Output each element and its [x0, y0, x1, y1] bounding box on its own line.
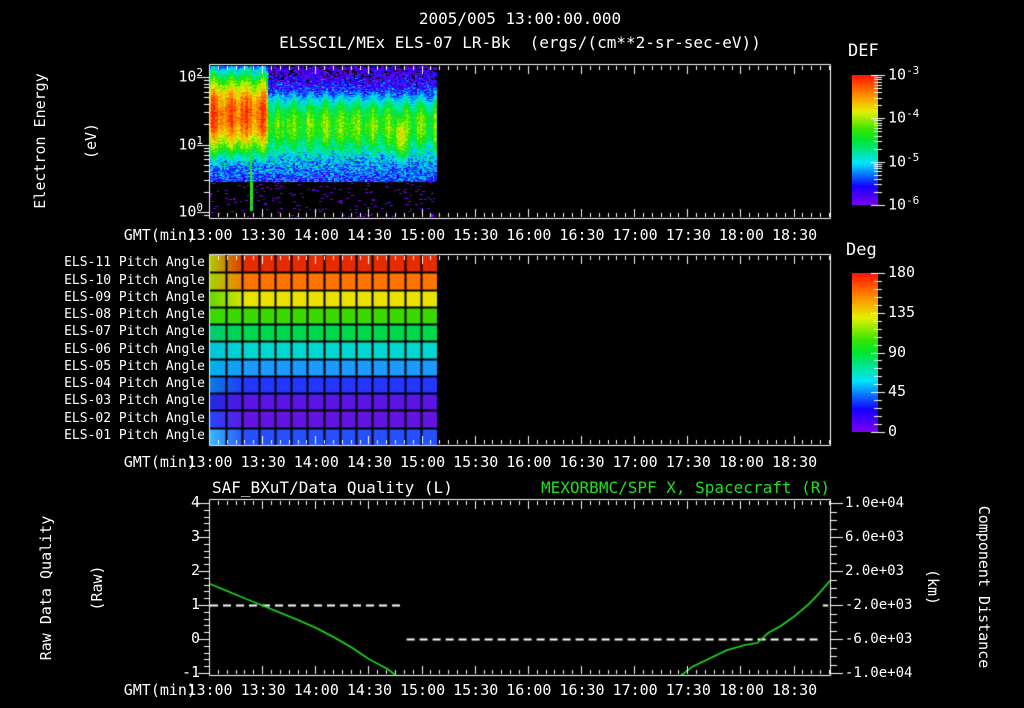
- quality-distance-plot: [210, 500, 830, 675]
- pitch-row-label: ELS-05 Pitch Angle: [64, 358, 205, 374]
- time-tick-label: 14:00: [293, 681, 339, 699]
- time-tick-label: 14:30: [346, 681, 392, 699]
- bottom-left-axis-label: Raw Data Quality (Raw): [36, 515, 107, 661]
- time-tick-label: 17:00: [612, 453, 658, 471]
- time-tick-label: 15:30: [453, 453, 499, 471]
- def-tick-label: 10-3: [888, 64, 920, 84]
- quality-tick-label: 1: [190, 595, 200, 613]
- electron-energy-spectrogram: [210, 65, 830, 218]
- pitch-row-label: ELS-07 Pitch Angle: [64, 324, 205, 340]
- def-tick-label: 10-6: [888, 194, 920, 214]
- time-tick-label: 13:00: [187, 226, 233, 244]
- def-colorbar-title: DEF: [848, 41, 879, 61]
- bottom-title-right: MEXORBMC/SPF X, Spacecraft (R): [541, 478, 830, 497]
- pitch-angle-heatmap: [210, 255, 830, 445]
- time-tick-label: 18:30: [771, 226, 818, 244]
- time-tick-label: 16:00: [506, 453, 552, 471]
- pitch-row-label: ELS-08 Pitch Angle: [64, 307, 205, 323]
- def-tick-label: 10-4: [888, 107, 920, 127]
- time-tick-label: 18:00: [718, 453, 764, 471]
- time-tick-label: 15:30: [453, 226, 499, 244]
- date-title: 2005/005 13:00:00.000: [418, 9, 622, 28]
- gmt-label-bottom: GMT(min): [123, 681, 196, 699]
- pitch-row-label: ELS-04 Pitch Angle: [64, 376, 205, 392]
- spectrogram-y-axis-label: Electron Energy (eV): [30, 73, 101, 209]
- time-tick-label: 18:00: [718, 681, 764, 699]
- time-tick-label: 17:30: [665, 226, 711, 244]
- distance-tick-label: 6.0e+03: [845, 529, 905, 545]
- time-tick-label: 15:00: [399, 681, 446, 699]
- deg-tick-label: 90: [888, 342, 907, 361]
- pitch-row-label: ELS-09 Pitch Angle: [64, 289, 205, 305]
- pitch-row-label: ELS-02 Pitch Angle: [64, 410, 205, 426]
- plot-figure: 2005/005 13:00:00.000 ELSSCIL/MEx ELS-07…: [0, 0, 1024, 708]
- time-tick-label: 16:30: [559, 453, 605, 471]
- time-tick-label: 16:30: [559, 226, 605, 244]
- deg-colorbar: [852, 273, 878, 432]
- distance-tick-label: -1.0e+04: [845, 665, 913, 681]
- pitch-row-label: ELS-06 Pitch Angle: [64, 341, 205, 357]
- pitch-row-label: ELS-11 Pitch Angle: [64, 255, 205, 271]
- energy-tick-label: 102: [178, 66, 203, 86]
- deg-colorbar-title: Deg: [846, 240, 877, 260]
- time-tick-label: 14:00: [293, 226, 339, 244]
- distance-tick-label: -6.0e+03: [845, 631, 913, 647]
- gmt-label-middle: GMT(min): [123, 453, 196, 471]
- time-tick-label: 13:30: [240, 226, 286, 244]
- time-tick-label: 13:00: [187, 681, 233, 699]
- quality-tick-label: 0: [190, 629, 200, 647]
- quality-tick-label: 3: [190, 527, 200, 545]
- def-tick-label: 10-5: [888, 150, 920, 171]
- time-tick-label: 13:30: [240, 681, 286, 699]
- time-tick-label: 17:30: [665, 453, 711, 471]
- time-tick-label: 16:00: [506, 681, 552, 699]
- deg-tick-label: 135: [888, 302, 916, 321]
- plot-subtitle: ELSSCIL/MEx ELS-07 LR-Bk (ergs/(cm**2-sr…: [279, 33, 761, 52]
- time-tick-label: 13:30: [240, 453, 286, 471]
- pitch-row-label: ELS-10 Pitch Angle: [64, 272, 205, 288]
- time-tick-label: 17:00: [612, 226, 658, 244]
- time-tick-label: 15:00: [399, 226, 446, 244]
- time-tick-label: 18:30: [771, 453, 818, 471]
- pitch-row-label: ELS-01 Pitch Angle: [64, 428, 205, 444]
- time-tick-label: 15:00: [399, 453, 446, 471]
- time-tick-label: 16:30: [559, 681, 605, 699]
- deg-tick-label: 180: [888, 263, 916, 281]
- def-colorbar: [852, 75, 878, 205]
- time-tick-label: 17:00: [612, 681, 658, 699]
- energy-tick-label: 101: [178, 134, 203, 154]
- bottom-title-left: SAF_BXuT/Data Quality (L): [212, 478, 453, 497]
- time-tick-label: 18:30: [771, 681, 818, 699]
- time-tick-label: 17:30: [665, 681, 711, 699]
- pitch-row-label: ELS-03 Pitch Angle: [64, 393, 205, 409]
- deg-tick-label: 0: [888, 422, 898, 440]
- distance-tick-label: 2.0e+03: [845, 563, 905, 579]
- time-tick-label: 16:00: [506, 226, 552, 244]
- time-tick-label: 13:00: [187, 453, 233, 471]
- quality-tick-label: -1: [181, 663, 200, 681]
- time-tick-label: 14:30: [346, 453, 392, 471]
- energy-tick-label: 100: [178, 201, 203, 221]
- time-tick-label: 14:00: [293, 453, 339, 471]
- deg-tick-label: 45: [888, 382, 907, 401]
- gmt-label-top: GMT(min): [123, 226, 196, 244]
- quality-tick-label: 2: [190, 561, 200, 579]
- distance-tick-label: 1.0e+04: [845, 495, 905, 511]
- distance-tick-label: -2.0e+03: [845, 597, 913, 613]
- time-tick-label: 18:00: [718, 226, 764, 244]
- time-tick-label: 14:30: [346, 226, 392, 244]
- quality-tick-label: 4: [190, 493, 200, 511]
- time-tick-label: 15:30: [453, 681, 499, 699]
